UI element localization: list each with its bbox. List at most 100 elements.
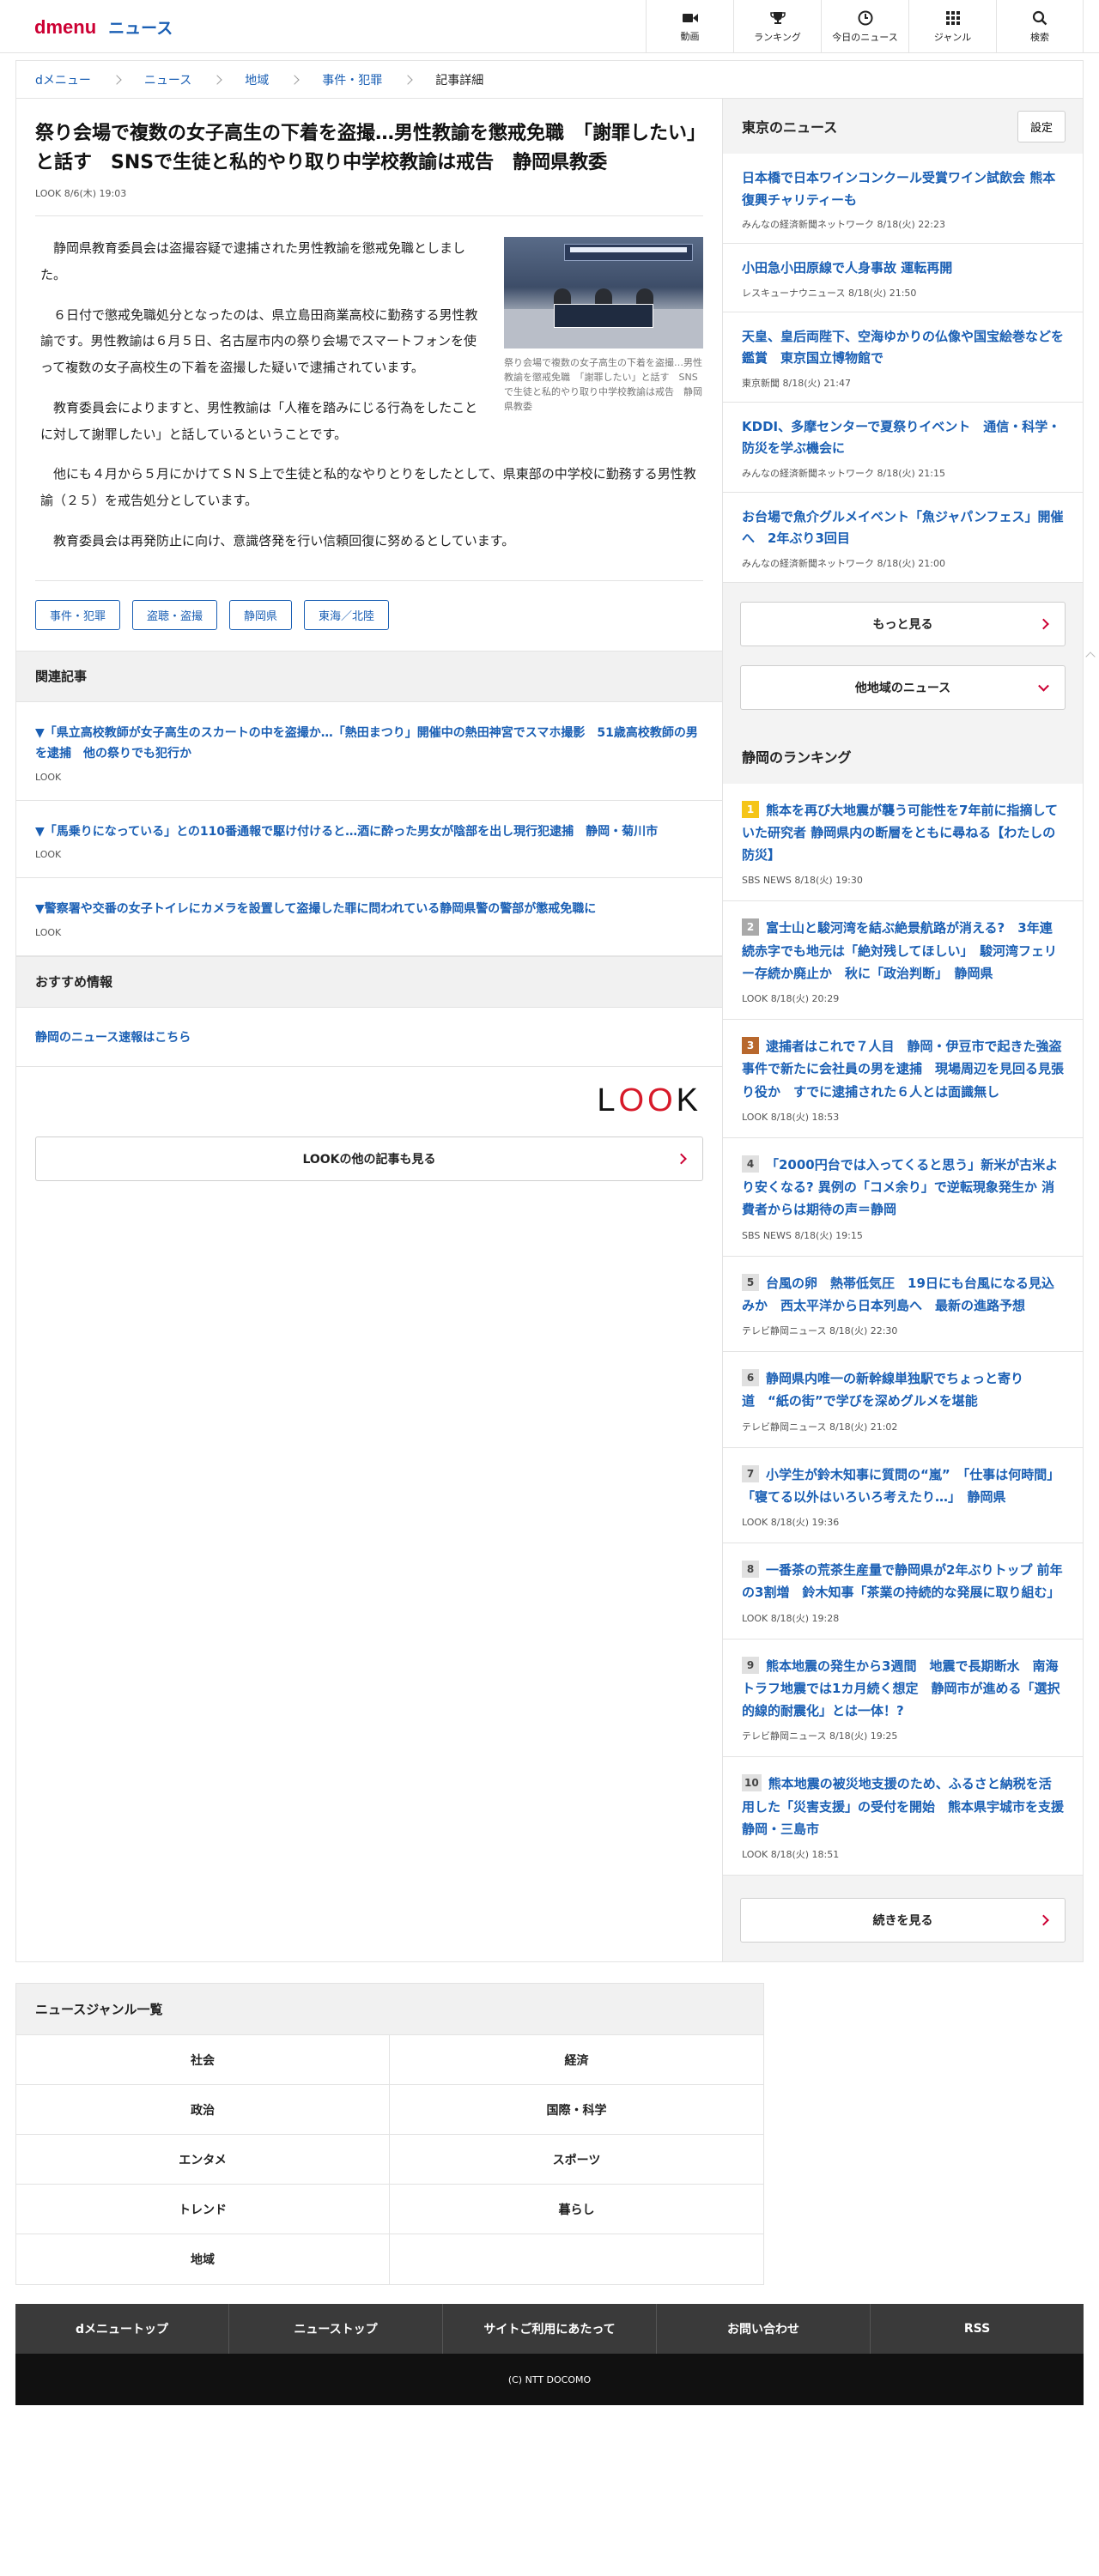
ranking-title-text: 富士山と駿河湾を結ぶ絶景航路が消える? 3年連続赤字でも地元は「絶対残してほしい… — [742, 920, 1058, 981]
ranking-item[interactable]: 10 熊本地震の被災地支援のため、ふるさと納税を活用した「災害支援」の受付を開始 … — [723, 1757, 1083, 1876]
tag-shizuoka[interactable]: 静岡県 — [229, 599, 293, 630]
site-logo[interactable]: d menu ニュース — [15, 15, 173, 39]
other-region-button[interactable]: 他地域のニュース — [740, 664, 1066, 710]
nav-ranking[interactable]: ランキング — [733, 0, 821, 53]
genre-item[interactable]: トレンド — [16, 2185, 390, 2234]
ranking-item[interactable]: 2 富士山と駿河湾を結ぶ絶景航路が消える? 3年連続赤字でも地元は「絶対残してほし… — [723, 901, 1083, 1020]
genre-item[interactable]: 経済 — [390, 2035, 763, 2085]
related-title: ▼「県立高校教師が女子高生のスカートの中を盗撮か…「熱田まつり」開催中の熱田神宮… — [35, 725, 698, 761]
footer-link-terms[interactable]: サイトご利用にあたって — [443, 2304, 657, 2354]
ranking-title-text: 一番茶の荒茶生産量で静岡県が2年ぶりトップ 前年の3割増 鈴木知事「茶業の持続的… — [742, 1562, 1063, 1601]
chevron-right-icon — [112, 74, 122, 85]
ranking-item-title: 4 「2000円台では入ってくると思う」新米が古米より安くなる? 異例の「コメ余り… — [742, 1154, 1064, 1221]
article-photo[interactable]: 祭り会場で複数の女子高生の下着を盗撮…男性教諭を懲戒免職 「謝罪したい」と話す … — [504, 237, 703, 414]
chevron-right-icon — [1038, 1914, 1049, 1926]
ranking-more-button[interactable]: 続きを見る — [740, 1898, 1066, 1943]
sidebar-buttons: もっと見る 他地域のニュース — [723, 583, 1083, 729]
genre-item[interactable]: スポーツ — [390, 2135, 763, 2185]
sidebar-news-item[interactable]: 日本橋で日本ワインコンクール受賞ワイン試飲会 熊本復興チャリティーも みんなの経… — [723, 154, 1083, 244]
recommend-link[interactable]: 静岡のニュース速報はこちら — [16, 1008, 722, 1067]
breadcrumb-dmenu[interactable]: dメニュー — [35, 71, 91, 88]
recommend-heading: おすすめ情報 — [16, 955, 722, 1008]
sidebar-news-item[interactable]: KDDI、多摩センターで夏祭りイベント 通信・科学・防災を学ぶ機会に みんなの経… — [723, 402, 1083, 493]
ranking-item[interactable]: 3 逮捕者はこれで７人目 静岡・伊豆市で起きた強盗事件で新たに会社員の男を逮捕 現… — [723, 1020, 1083, 1138]
logo-d: d — [34, 15, 46, 38]
ranking-item[interactable]: 8 一番茶の荒茶生産量で静岡県が2年ぶりトップ 前年の3割増 鈴木知事「茶業の持続… — [723, 1543, 1083, 1640]
genre-item[interactable]: 地域 — [16, 2234, 390, 2284]
genre-item[interactable]: 政治 — [16, 2085, 390, 2135]
sidebar-news-item[interactable]: 天皇、皇后両陛下、空海ゆかりの仏像や国宝絵巻などを鑑賞 東京国立博物館で 東京新… — [723, 312, 1083, 403]
ranking-item-meta: テレビ静岡ニュース 8/18(火) 22:30 — [742, 1325, 898, 1336]
chevron-down-icon — [1038, 680, 1049, 692]
related-item[interactable]: ▼「県立高校教師が女子高生のスカートの中を盗撮か…「熱田まつり」開催中の熱田神宮… — [16, 702, 722, 801]
sidebar-news-item[interactable]: お台場で魚介グルメイベント「魚ジャパンフェス」開催へ 2年ぶり3回目 みんなの経… — [723, 492, 1083, 583]
genre-item[interactable]: エンタメ — [16, 2135, 390, 2185]
ranking-item-meta: SBS NEWS 8/18(火) 19:30 — [742, 875, 863, 887]
sidebar-news-item[interactable]: 小田急小田原線で人身事故 運転再開 レスキューナウニュース 8/18(火) 21… — [723, 244, 1083, 312]
related-source: LOOK — [35, 849, 62, 861]
nav-video[interactable]: 動画 — [646, 0, 733, 53]
rank-number-badge: 5 — [742, 1273, 759, 1291]
ranking-item-title: 8 一番茶の荒茶生産量で静岡県が2年ぶりトップ 前年の3割増 鈴木知事「茶業の持続… — [742, 1559, 1064, 1604]
ranking-title-text: 台風の卵 熱帯低気圧 19日にも台風になる見込みか 西太平洋から日本列島へ 最新… — [742, 1275, 1054, 1313]
clock-icon — [858, 10, 873, 26]
left-column: 祭り会場で複数の女子高生の下着を盗撮…男性教諭を懲戒免職 「謝罪したい」と話す … — [16, 99, 723, 1961]
article-meta: LOOK 8/6(木) 19:03 — [35, 188, 127, 200]
look-more-button[interactable]: LOOKの他の記事も見る — [35, 1136, 703, 1181]
nav-search-label: 検索 — [1030, 31, 1049, 43]
look-logo: LOOK — [597, 1082, 701, 1118]
sidebar-news-meta: みんなの経済新聞ネットワーク 8/18(火) 21:00 — [742, 557, 945, 569]
breadcrumb-region[interactable]: 地域 — [245, 71, 269, 88]
genre-item[interactable]: 国際・科学 — [390, 2085, 763, 2135]
footer-link-contact[interactable]: お問い合わせ — [657, 2304, 871, 2354]
more-news-button[interactable]: もっと見る — [740, 601, 1066, 646]
sidebar-news-title: お台場で魚介グルメイベント「魚ジャパンフェス」開催へ 2年ぶり3回目 — [742, 508, 1064, 547]
more-news-label: もっと見る — [872, 617, 933, 632]
grid-icon — [945, 10, 961, 26]
genre-item[interactable]: 暮らし — [390, 2185, 763, 2234]
ranking-item-meta: LOOK 8/18(火) 18:51 — [742, 1849, 840, 1860]
related-item[interactable]: ▼「馬乗りになっている」との110番通報で駆け付けると…酒に酔った男女が陰部を出… — [16, 801, 722, 879]
ranking-item-title: 1 熊本を再び大地震が襲う可能性を7年前に指摘していた研究者 静岡県内の断層をとも… — [742, 799, 1064, 867]
genre-grid: 社会 経済 政治 国際・科学 エンタメ スポーツ トレンド 暮らし 地域 — [16, 2035, 763, 2284]
chevron-right-icon — [212, 74, 222, 85]
footer-link-dmenu-top[interactable]: dメニュートップ — [15, 2304, 229, 2354]
sidebar-news-title: 小田急小田原線で人身事故 運転再開 — [742, 260, 953, 276]
ranking-title: 静岡のランキング — [742, 749, 852, 766]
scroll-up-icon[interactable] — [1082, 642, 1099, 671]
rank-number-badge: 7 — [742, 1464, 759, 1482]
nav-today[interactable]: 今日のニュース — [821, 0, 908, 53]
ranking-item[interactable]: 7 小学生が鈴木知事に質問の“嵐” 「仕事は何時間」「寝てる以外はいろいろ考えたり… — [723, 1447, 1083, 1543]
breadcrumb: dメニュー ニュース 地域 事件・犯罪 記事詳細 — [15, 60, 1084, 98]
ranking-list: 1 熊本を再び大地震が襲う可能性を7年前に指摘していた研究者 静岡県内の断層をとも… — [723, 783, 1083, 1876]
breadcrumb-crime[interactable]: 事件・犯罪 — [322, 71, 382, 88]
sidebar: 東京のニュース 設定 日本橋で日本ワインコンクール受賞ワイン試飲会 熊本復興チャ… — [723, 99, 1083, 1961]
ranking-item[interactable]: 1 熊本を再び大地震が襲う可能性を7年前に指摘していた研究者 静岡県内の断層をとも… — [723, 783, 1083, 902]
nav-genre[interactable]: ジャンル — [908, 0, 996, 53]
ranking-item-meta: LOOK 8/18(火) 19:28 — [742, 1612, 840, 1624]
chevron-right-icon — [403, 74, 413, 85]
tag-crime[interactable]: 事件・犯罪 — [35, 599, 121, 630]
ranking-item-title: 2 富士山と駿河湾を結ぶ絶景航路が消える? 3年連続赤字でも地元は「絶対残してほし… — [742, 917, 1064, 985]
tag-tokai-hokuriku[interactable]: 東海／北陸 — [304, 599, 390, 630]
look-area: LOOK LOOKの他の記事も見る — [16, 1067, 722, 1212]
breadcrumb-news[interactable]: ニュース — [144, 71, 191, 88]
footer-link-news-top[interactable]: ニューストップ — [229, 2304, 443, 2354]
ranking-item-title: 3 逮捕者はこれで７人目 静岡・伊豆市で起きた強盗事件で新たに会社員の男を逮捕 現… — [742, 1035, 1064, 1103]
ranking-item-title: 9 熊本地震の発生から3週間 地震で長期断水 南海トラフ地震では1カ月続く想定 静… — [742, 1655, 1064, 1723]
header-inner: d menu ニュース 動画 ランキング 今日のニュース ジャンル 検索 — [15, 0, 1084, 53]
ranking-item-meta: テレビ静岡ニュース 8/18(火) 21:02 — [742, 1421, 898, 1433]
related-item[interactable]: ▼警察署や交番の女子トイレにカメラを設置して盗撮した罪に問われている静岡県警の警… — [16, 878, 722, 956]
footer-link-rss[interactable]: RSS — [871, 2304, 1084, 2354]
tag-voyeurism[interactable]: 盗聴・盗撮 — [132, 599, 218, 630]
ranking-item[interactable]: 5 台風の卵 熱帯低気圧 19日にも台風になる見込みか 西太平洋から日本列島へ 最… — [723, 1256, 1083, 1352]
nav-search[interactable]: 検索 — [996, 0, 1084, 53]
article-title: 祭り会場で複数の女子高生の下着を盗撮…男性教諭を懲戒免職 「謝罪したい」と話す … — [35, 123, 697, 174]
article-photo-caption: 祭り会場で複数の女子高生の下着を盗撮…男性教諭を懲戒免職 「謝罪したい」と話す … — [504, 357, 702, 413]
setting-button[interactable]: 設定 — [1017, 110, 1066, 142]
ranking-item[interactable]: 6 静岡県内唯一の新幹線単独駅でちょっと寄り道 “紙の街”で学びを深めグルメを堪能… — [723, 1352, 1083, 1448]
ranking-item[interactable]: 4 「2000円台では入ってくると思う」新米が古米より安くなる? 異例の「コメ余り… — [723, 1137, 1083, 1257]
ranking-item[interactable]: 9 熊本地震の発生から3週間 地震で長期断水 南海トラフ地震では1カ月続く想定 静… — [723, 1639, 1083, 1758]
genre-item[interactable]: 社会 — [16, 2035, 390, 2085]
chevron-right-icon — [676, 1153, 687, 1165]
